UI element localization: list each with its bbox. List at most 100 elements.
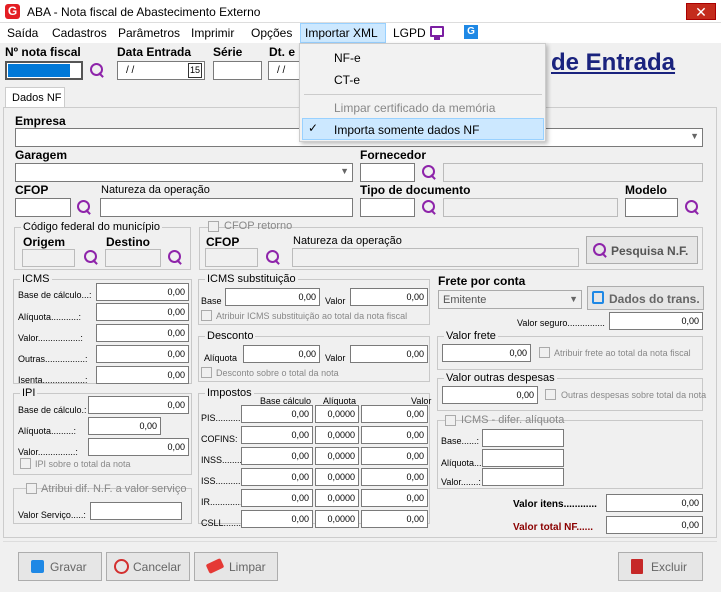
icms-dif-aliq-input[interactable]	[482, 449, 564, 467]
frete-select[interactable]: Emitente ▼	[438, 290, 582, 309]
icms-sub-valor-value[interactable]: 0,00	[350, 288, 428, 306]
tab-dados-nf[interactable]: Dados NF	[5, 87, 65, 108]
cfop-input[interactable]	[15, 198, 71, 217]
destino-input[interactable]	[105, 249, 161, 267]
menu-opcoes[interactable]: Opções	[251, 26, 292, 40]
pesquisa-nf-button[interactable]: Pesquisa N.F.	[586, 236, 698, 264]
impostos-base-value[interactable]: 0,00	[241, 447, 313, 465]
outras-value[interactable]: 0,00	[442, 386, 538, 404]
impostos-valor-value[interactable]: 0,00	[361, 489, 428, 507]
numero-input[interactable]	[5, 61, 83, 80]
natureza-input[interactable]	[100, 198, 353, 217]
impostos-base-value[interactable]: 0,00	[241, 426, 313, 444]
impostos-valor-value[interactable]: 0,00	[361, 468, 428, 486]
impostos-aliq-value[interactable]: 0,0000	[315, 426, 359, 444]
search-icon[interactable]	[166, 248, 184, 266]
desconto-valor-value[interactable]: 0,00	[350, 345, 428, 363]
menu-imprimir[interactable]: Imprimir	[191, 26, 234, 40]
ipi-total-label: IPI sobre o total da nota	[35, 459, 131, 469]
cfop2-input[interactable]	[205, 248, 258, 267]
tipo-doc-label: Tipo de documento	[360, 183, 471, 197]
dd-limpar-certificado[interactable]: Limpar certificado da memória	[334, 101, 495, 115]
search-icon[interactable]	[420, 163, 438, 181]
origem-input[interactable]	[22, 249, 75, 267]
outras-checkbox[interactable]	[545, 389, 556, 400]
close-button[interactable]: ✕	[686, 3, 716, 20]
impostos-base-value[interactable]: 0,00	[241, 510, 313, 528]
tipo-doc-input[interactable]	[360, 198, 415, 217]
icms-outras-value[interactable]: 0,00	[96, 345, 189, 363]
impostos-aliq-value[interactable]: 0,0000	[315, 405, 359, 423]
importar-xml-dropdown: NF-e CT-e Limpar certificado da memória …	[299, 43, 546, 142]
valor-frete-value[interactable]: 0,00	[442, 344, 531, 362]
impostos-aliq-value[interactable]: 0,0000	[315, 489, 359, 507]
search-icon[interactable]	[683, 198, 701, 216]
dd-cte[interactable]: CT-e	[334, 73, 360, 87]
menu-importar-xml[interactable]: Importar XML	[300, 23, 386, 43]
dd-nfe[interactable]: NF-e	[334, 51, 361, 65]
icms-dif-base-input[interactable]	[482, 429, 564, 447]
fornecedor-code-input[interactable]	[360, 163, 415, 182]
icms-sub-base-value[interactable]: 0,00	[225, 288, 320, 306]
menu-parametros[interactable]: Parâmetros	[118, 26, 180, 40]
impostos-aliq-value[interactable]: 0,0000	[315, 468, 359, 486]
icms-aliq-value[interactable]: 0,00	[96, 303, 189, 321]
excluir-button[interactable]: Excluir	[618, 552, 703, 581]
g-app-icon[interactable]: G	[464, 25, 478, 39]
frete-checkbox[interactable]	[539, 347, 550, 358]
search-icon[interactable]	[82, 248, 100, 266]
valor-servico-input[interactable]	[90, 502, 182, 520]
garagem-select[interactable]: ▼	[15, 163, 353, 182]
impostos-valor-value[interactable]: 0,00	[361, 426, 428, 444]
search-icon[interactable]	[420, 198, 438, 216]
valor-total-value: 0,00	[606, 516, 703, 534]
impostos-valor-value[interactable]: 0,00	[361, 510, 428, 528]
cancelar-label: Cancelar	[133, 560, 182, 574]
menu-lgpd[interactable]: LGPD	[393, 26, 426, 40]
menu-saida[interactable]: Saída	[7, 26, 38, 40]
data-entrada-input[interactable]: / / 15	[117, 61, 205, 80]
desconto-checkbox[interactable]	[201, 367, 212, 378]
icms-isenta-value[interactable]: 0,00	[96, 366, 189, 384]
atribuir-checkbox[interactable]	[26, 483, 37, 494]
cancelar-button[interactable]: Cancelar	[106, 552, 190, 581]
ipi-base-value[interactable]: 0,00	[88, 396, 189, 414]
ipi-valor-value[interactable]: 0,00	[88, 438, 189, 456]
gravar-button[interactable]: Gravar	[18, 552, 102, 581]
serie-input[interactable]	[213, 61, 262, 80]
icms-sub-checkbox[interactable]	[201, 310, 212, 321]
impostos-aliq-value[interactable]: 0,0000	[315, 447, 359, 465]
icms-base-value[interactable]: 0,00	[96, 283, 189, 301]
impostos-valor-value[interactable]: 0,00	[361, 405, 428, 423]
impostos-base-value[interactable]: 0,00	[241, 468, 313, 486]
icms-dif-base-label: Base......:	[441, 436, 480, 446]
ipi-aliq-value[interactable]: 0,00	[88, 417, 161, 435]
search-icon[interactable]	[264, 248, 282, 266]
limpar-button[interactable]: Limpar	[194, 552, 278, 581]
icms-dif-checkbox[interactable]	[445, 415, 456, 426]
impostos-aliq-value[interactable]: 0,0000	[315, 510, 359, 528]
icms-valor-value[interactable]: 0,00	[96, 324, 189, 342]
menu-cadastros[interactable]: Cadastros	[52, 26, 107, 40]
calendar-icon[interactable]: 15	[188, 63, 202, 78]
icms-dif-valor-label: Valor.......:	[441, 477, 481, 487]
cfop-retorno-checkbox[interactable]	[208, 221, 219, 232]
impostos-row-label: ISS............	[201, 476, 246, 486]
dados-trans-button[interactable]: Dados do trans.	[587, 286, 704, 310]
modelo-input[interactable]	[625, 198, 678, 217]
icms-dif-valor-input[interactable]	[482, 468, 564, 486]
dt-input[interactable]: / /	[268, 61, 300, 80]
limpar-label: Limpar	[229, 560, 266, 574]
natureza2-input[interactable]	[292, 248, 579, 267]
monitor-icon[interactable]	[430, 26, 444, 37]
impostos-base-value[interactable]: 0,00	[241, 489, 313, 507]
search-icon[interactable]	[75, 198, 93, 216]
desconto-aliq-value[interactable]: 0,00	[243, 345, 320, 363]
impostos-valor-value[interactable]: 0,00	[361, 447, 428, 465]
impostos-base-value[interactable]: 0,00	[241, 405, 313, 423]
tab-dados-nf-label: Dados NF	[12, 92, 62, 104]
eraser-icon	[205, 558, 225, 574]
seguro-value[interactable]: 0,00	[609, 312, 703, 330]
ipi-total-checkbox[interactable]	[20, 458, 31, 469]
search-icon[interactable]	[88, 61, 106, 79]
